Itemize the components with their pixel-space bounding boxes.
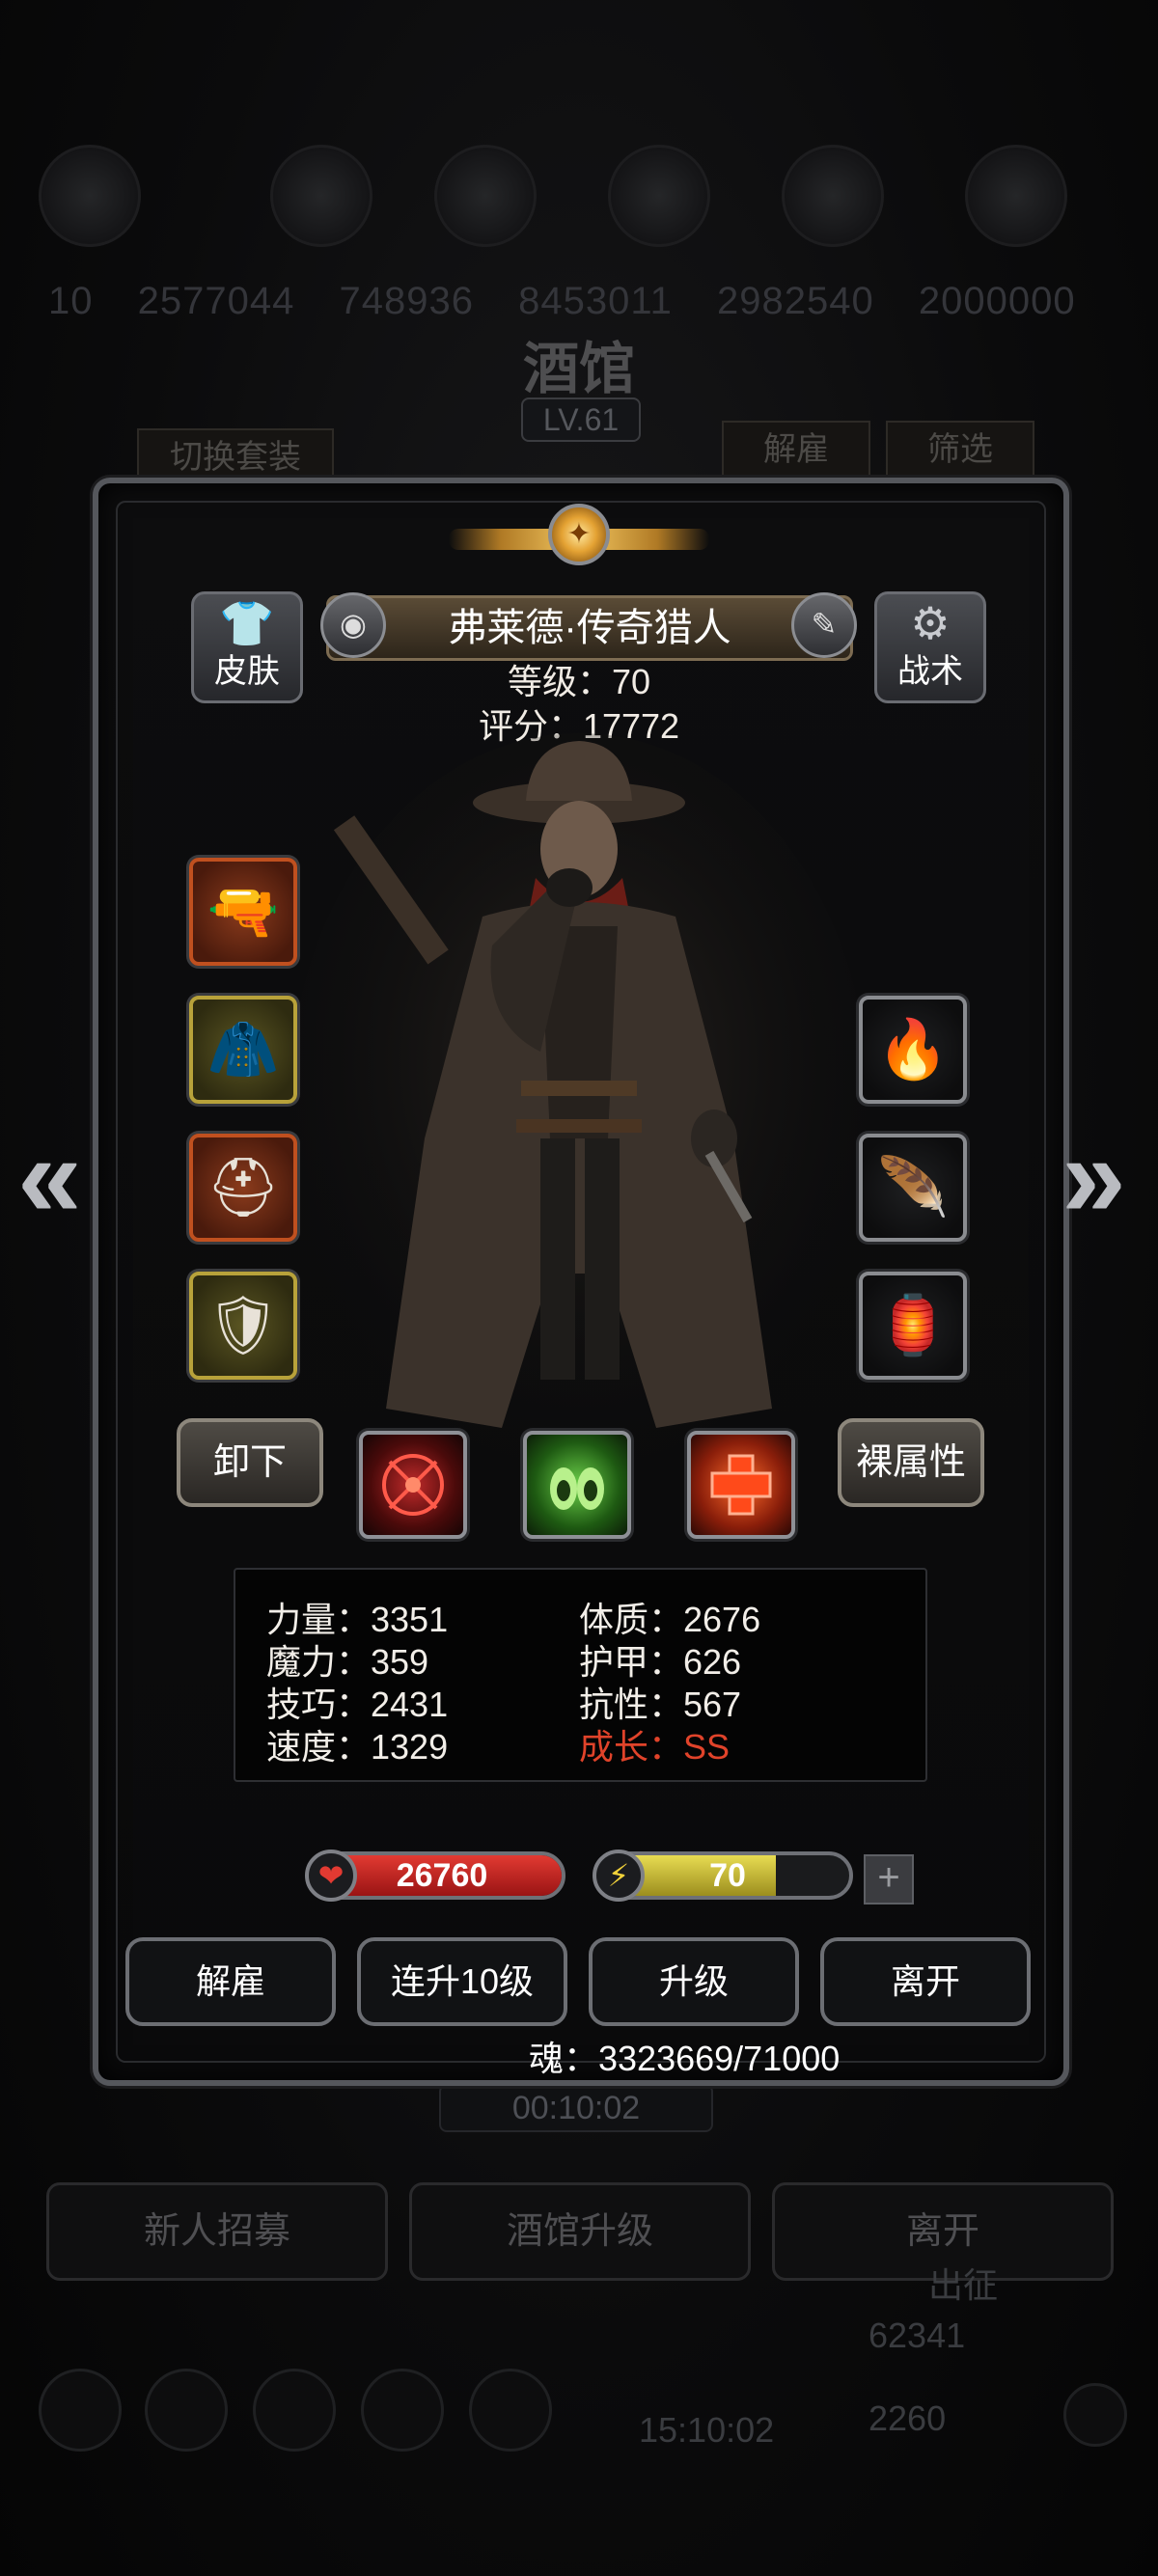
nav-icon-4[interactable] (361, 2369, 444, 2452)
nav-icon-5[interactable] (469, 2369, 552, 2452)
shirt-icon: 👕 (219, 598, 275, 648)
hero-name: 弗莱德·传奇猎人 (326, 595, 853, 661)
equip-slot-lantern[interactable]: 🏮 (859, 1272, 967, 1380)
avatar-icon (39, 145, 141, 247)
resource-number: 2577044 (137, 280, 295, 322)
next-hero-arrow-icon[interactable]: » (1062, 1119, 1126, 1235)
tavern-level: LV.61 (521, 397, 641, 442)
soul-counter: 魂：3323669/71000 (529, 2039, 841, 2078)
skill-poison-icon[interactable] (523, 1431, 631, 1539)
skill-heal-cross-icon[interactable] (687, 1431, 795, 1539)
equip-slot-armor[interactable]: 🧥 (189, 996, 297, 1104)
rifle-icon: 🔫 (207, 879, 280, 944)
recruit-button[interactable]: 新人招募 (46, 2182, 388, 2281)
resource-number: 10 (48, 280, 94, 322)
resource-number: 748936 (339, 280, 474, 322)
prev-hero-arrow-icon[interactable]: « (17, 1119, 82, 1235)
helmet-icon: ⛑ (206, 1155, 281, 1219)
resource-number: 2982540 (716, 280, 874, 322)
dismiss-top-button[interactable]: 解雇 (722, 421, 870, 479)
upgrade-10-button[interactable]: 连升10级 (357, 1937, 567, 2026)
nav-icon-2[interactable] (145, 2369, 228, 2452)
hero-level: 等级：70 (507, 662, 651, 701)
upgrade-tavern-button[interactable]: 酒馆升级 (409, 2182, 751, 2281)
gear-icon: ⚙ (910, 598, 951, 648)
resource-icon-4 (782, 145, 884, 247)
gold-amount: 62341 (868, 2316, 966, 2355)
dismiss-button[interactable]: 解雇 (125, 1937, 336, 2026)
add-icon[interactable] (1063, 2383, 1127, 2447)
add-energy-button[interactable]: + (864, 1854, 914, 1905)
upgrade-button[interactable]: 升级 (589, 1937, 799, 2026)
equip-slot-rifle[interactable]: 🔫 (189, 858, 297, 966)
equip-slot-helmet[interactable]: ⛑ (189, 1134, 297, 1242)
filter-button[interactable]: 筛选 (886, 421, 1034, 479)
stat-growth: 成长：SS (579, 1727, 731, 1767)
resource-number: 8453011 (518, 280, 673, 322)
timer: 00:10:02 (439, 2084, 713, 2132)
emblem-icon: ✦ (548, 504, 610, 565)
gem-amount: 2260 (868, 2398, 947, 2438)
heart-icon: ❤ (305, 1850, 357, 1902)
expedition-label: 出征 (928, 2265, 999, 2305)
equip-slot-fire-orb[interactable]: 🔥 (859, 996, 967, 1104)
resource-icon-2 (434, 145, 537, 247)
stat-speed: 速度：1329 (266, 1727, 449, 1767)
nav-icon-1[interactable] (39, 2369, 122, 2452)
base-attributes-button[interactable]: 裸属性 (838, 1418, 984, 1507)
feather-icon: 🪶 (876, 1155, 950, 1219)
lightning-icon: ⚡ (593, 1850, 645, 1902)
resource-numbers: 10 2577044 748936 8453011 2982540 200000… (48, 280, 1110, 323)
leave-button[interactable]: 离开 (820, 1937, 1031, 2026)
resource-icon-row (39, 145, 1119, 260)
cloak-armor-icon: 🧥 (207, 1017, 280, 1082)
hp-value: 26760 (396, 1857, 488, 1894)
fire-orb-icon: 🔥 (876, 1017, 950, 1082)
hero-portrait (290, 733, 868, 1466)
unequip-button[interactable]: 卸下 (177, 1418, 323, 1507)
nav-icon-3[interactable] (253, 2369, 336, 2452)
resource-icon-1 (270, 145, 372, 247)
lantern-icon: 🏮 (876, 1293, 950, 1357)
equip-slot-feather[interactable]: 🪶 (859, 1134, 967, 1242)
equip-slot-shield[interactable]: 🛡 (189, 1272, 297, 1380)
clock: 15:10:02 (639, 2410, 775, 2450)
resource-icon-3 (608, 145, 710, 247)
resource-icon-5 (965, 145, 1067, 247)
badge-icon[interactable]: ◉ (320, 592, 386, 658)
shield-icon: 🛡 (206, 1293, 281, 1357)
skill-target-icon[interactable] (359, 1431, 467, 1539)
resource-number: 2000000 (918, 280, 1076, 322)
edit-name-icon[interactable]: ✎ (791, 592, 857, 658)
tavern-title: 酒馆 (522, 336, 635, 401)
crest-ornament: ✦ (449, 492, 709, 585)
